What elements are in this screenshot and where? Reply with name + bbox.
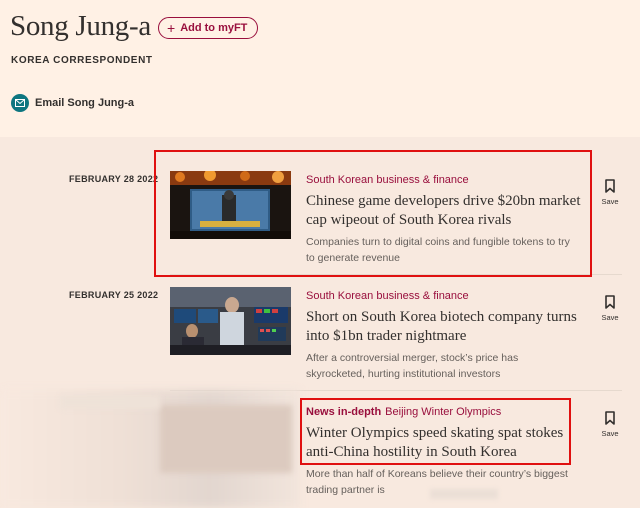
mail-icon	[11, 94, 29, 112]
article-standfirst: After a controversial merger, stock’s pr…	[306, 352, 519, 380]
save-label: Save	[601, 313, 619, 322]
email-author-link[interactable]: Email Song Jung-a	[11, 94, 134, 112]
highlight-box	[154, 150, 592, 277]
add-to-myft-button[interactable]: + Add to myFT	[158, 17, 259, 39]
article-topic-link[interactable]: South Korean business & finance	[306, 290, 469, 302]
plus-icon: +	[167, 20, 176, 36]
save-button[interactable]: Save	[598, 411, 622, 438]
blurred-text	[430, 489, 498, 499]
bookmark-icon	[605, 179, 615, 193]
add-to-myft-label: Add to myFT	[180, 22, 248, 34]
author-name: Song Jung-a	[10, 10, 151, 42]
save-label: Save	[601, 429, 619, 438]
author-header: Song Jung-a + Add to myFT KOREA CORRESPO…	[0, 0, 640, 137]
save-button[interactable]: Save	[598, 179, 622, 206]
email-author-label: Email Song Jung-a	[35, 97, 135, 109]
save-button[interactable]: Save	[598, 295, 622, 322]
article-date: FEBRUARY 28 2022	[69, 174, 159, 184]
article-date	[60, 395, 160, 409]
bookmark-icon	[605, 295, 615, 309]
article-image[interactable]	[170, 287, 291, 355]
save-label: Save	[601, 197, 619, 206]
article-date: FEBRUARY 25 2022	[69, 290, 159, 300]
article-feed: FEBRUARY 28 2022 South Korean business &…	[0, 137, 640, 508]
highlight-box	[300, 398, 571, 465]
bookmark-icon	[605, 411, 615, 425]
author-role: KOREA CORRESPONDENT	[11, 55, 153, 66]
article-image[interactable]	[160, 405, 292, 473]
article-headline[interactable]: Short on South Korea biotech company tur…	[306, 308, 586, 346]
